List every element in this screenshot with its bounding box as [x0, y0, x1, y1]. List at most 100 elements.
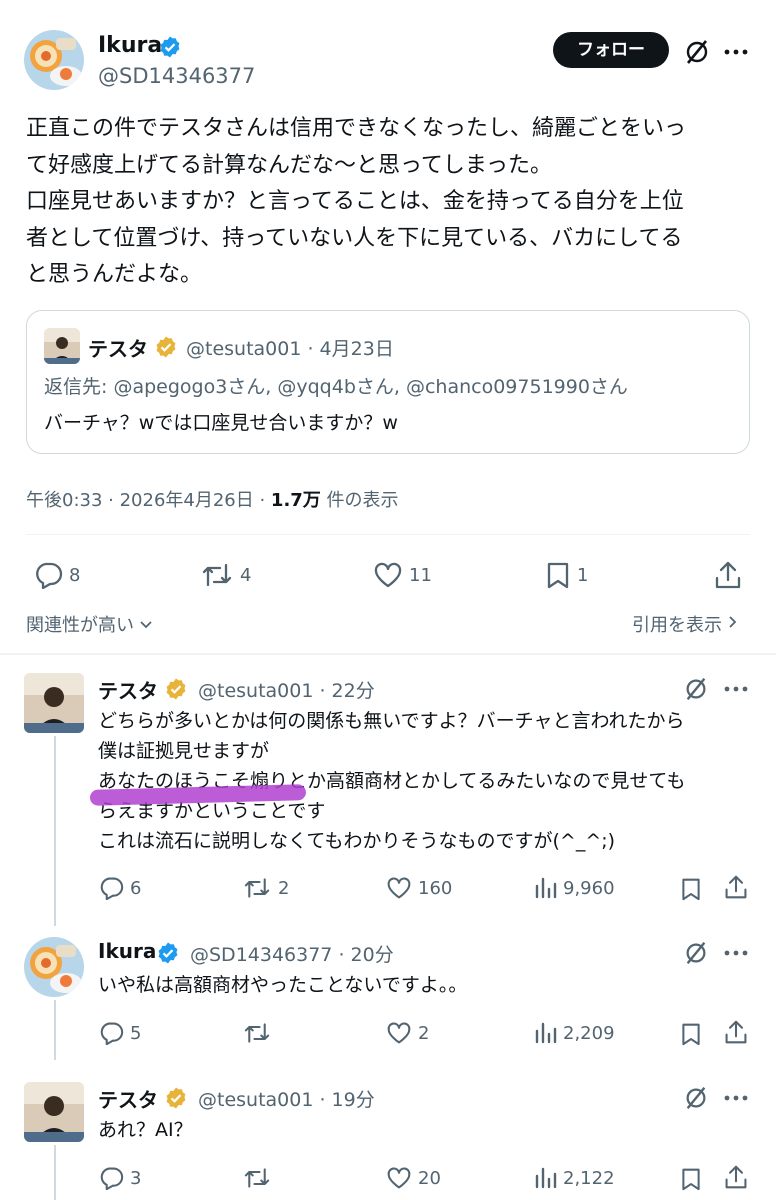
reply-line: あれ？AI？	[98, 1119, 193, 1141]
like-count: 11	[409, 564, 432, 586]
quote-handle-date: @tesuta001 · 4月23日	[186, 338, 394, 360]
retweet-button[interactable]: 4	[200, 561, 251, 589]
more-icon[interactable]	[724, 681, 748, 701]
tweet-text: 正直この件でテスタさんは信用できなくなったし、綺麗ごとをいっ て好感度上げてる計…	[26, 111, 756, 294]
tweet-line: て好感度上げてる計算なんだな〜と思ってしまった。	[26, 152, 553, 178]
reply-handle-time: @tesuta001 · 22分	[198, 680, 375, 702]
author-handle[interactable]: @SD14346377	[98, 64, 255, 88]
share-icon[interactable]	[724, 1164, 748, 1194]
bookmark-icon	[545, 561, 571, 589]
more-icon[interactable]	[724, 44, 748, 64]
bookmark-icon[interactable]	[680, 1021, 702, 1051]
reply-text: いや私は高額商材やったことないですよ。。	[98, 970, 758, 1000]
view-quotes-link[interactable]: 引用を表示	[632, 611, 738, 637]
thread-line	[54, 1000, 56, 1060]
grok-icon[interactable]	[683, 676, 709, 706]
reply-avatar[interactable]	[24, 937, 84, 997]
like-button[interactable]: 11	[373, 561, 432, 589]
reply-count: 8	[69, 564, 81, 586]
quote-text: バーチャ？wでは口座見せ合いますか？w	[44, 412, 398, 434]
follow-button[interactable]: フォロー	[553, 32, 669, 68]
grok-icon[interactable]	[683, 940, 709, 970]
like-button[interactable]: 160	[386, 876, 452, 900]
reply-avatar[interactable]	[24, 1082, 84, 1142]
chevron-right-icon	[726, 614, 738, 635]
verified-badge-icon	[154, 335, 178, 363]
bookmark-icon[interactable]	[680, 1166, 702, 1196]
reply-text: あれ？AI？	[98, 1115, 758, 1145]
reply-avatar[interactable]	[24, 673, 84, 733]
quote-avatar	[44, 328, 80, 364]
retweet-icon	[242, 1021, 272, 1045]
retweet-count: 4	[240, 564, 252, 586]
bookmark-button[interactable]: 1	[545, 561, 588, 589]
reply-count: 6	[130, 877, 142, 899]
share-icon[interactable]	[714, 560, 742, 594]
retweet-button[interactable]	[242, 1021, 278, 1045]
retweet-icon	[242, 1166, 272, 1190]
reply-icon	[98, 1166, 124, 1190]
divider	[26, 534, 750, 535]
reply-line: どちらが多いとかは何の関係も無いですよ？バーチャと言われたから	[98, 710, 685, 732]
quote-author-name: テスタ	[88, 337, 148, 361]
bookmark-icon[interactable]	[680, 876, 702, 906]
retweet-button[interactable]: 2	[242, 876, 289, 900]
reply-count: 3	[130, 1167, 142, 1189]
author-avatar[interactable]	[24, 30, 84, 90]
reply-button[interactable]: 6	[98, 876, 141, 900]
reply-button[interactable]: 3	[98, 1166, 141, 1190]
like-count: 20	[418, 1167, 441, 1189]
thread-line	[54, 736, 56, 926]
views-icon	[533, 1166, 557, 1190]
tweet-timestamp[interactable]: 午後0:33 · 2026年4月26日 ·	[26, 490, 271, 511]
like-button[interactable]: 2	[386, 1021, 429, 1045]
quote-reply-to: 返信先: @apegogo3さん, @yqq4bさん, @chanco09751…	[44, 376, 628, 398]
tweet-line: と思うんだよな。	[26, 262, 203, 287]
reply-author-name[interactable]: Ikura	[98, 939, 156, 963]
views-count: 9,960	[563, 877, 615, 899]
view-quotes-label: 引用を表示	[632, 615, 722, 636]
reply-handle-time: @tesuta001 · 19分	[198, 1089, 375, 1111]
like-icon	[386, 1166, 412, 1190]
grok-icon[interactable]	[683, 1085, 709, 1115]
reply-icon	[98, 876, 124, 900]
relevance-label: 関連性が高い	[26, 615, 134, 636]
reply-line: いや私は高額商材やったことないですよ。。	[98, 974, 468, 996]
verified-badge-icon	[156, 941, 180, 969]
more-icon[interactable]	[724, 1090, 748, 1110]
like-icon	[386, 876, 412, 900]
grok-icon[interactable]	[683, 38, 711, 70]
views-count: 2,122	[563, 1167, 615, 1189]
like-count: 160	[418, 877, 453, 899]
chevron-down-icon	[138, 614, 154, 635]
reply-author-name[interactable]: テスタ	[98, 675, 158, 704]
view-count: 1.7万	[270, 490, 321, 511]
verified-badge-icon	[164, 677, 188, 705]
reply-line: これは流石に説明しなくてもわかりそうなものですが(^_^;)	[98, 830, 616, 852]
divider	[0, 653, 776, 655]
reply-button[interactable]: 8	[33, 561, 80, 589]
like-icon	[386, 1021, 412, 1045]
reply-line: 僕は証拠見せますが	[98, 740, 270, 762]
tweet-line: 正直この件でテスタさんは信用できなくなったし、綺麗ごとをいっ	[26, 116, 687, 141]
reply-count: 5	[130, 1022, 142, 1044]
views-icon	[533, 876, 557, 900]
verified-badge-icon	[158, 35, 182, 63]
retweet-button[interactable]	[242, 1166, 278, 1190]
reply-icon	[33, 561, 63, 589]
views-icon	[533, 1021, 557, 1045]
author-name[interactable]: Ikura	[98, 33, 162, 58]
views-button[interactable]: 2,122	[533, 1166, 615, 1190]
share-icon[interactable]	[724, 1019, 748, 1049]
retweet-icon	[200, 561, 234, 589]
share-icon[interactable]	[724, 874, 748, 904]
reply-button[interactable]: 5	[98, 1021, 141, 1045]
views-button[interactable]: 2,209	[533, 1021, 615, 1045]
views-button[interactable]: 9,960	[533, 876, 615, 900]
more-icon[interactable]	[724, 945, 748, 965]
like-count: 2	[418, 1022, 430, 1044]
relevance-sort[interactable]: 関連性が高い	[26, 611, 154, 637]
like-button[interactable]: 20	[386, 1166, 441, 1190]
reply-author-name[interactable]: テスタ	[98, 1084, 158, 1113]
tweet-meta: 午後0:33 · 2026年4月26日 · 1.7万 件の表示	[26, 486, 399, 512]
